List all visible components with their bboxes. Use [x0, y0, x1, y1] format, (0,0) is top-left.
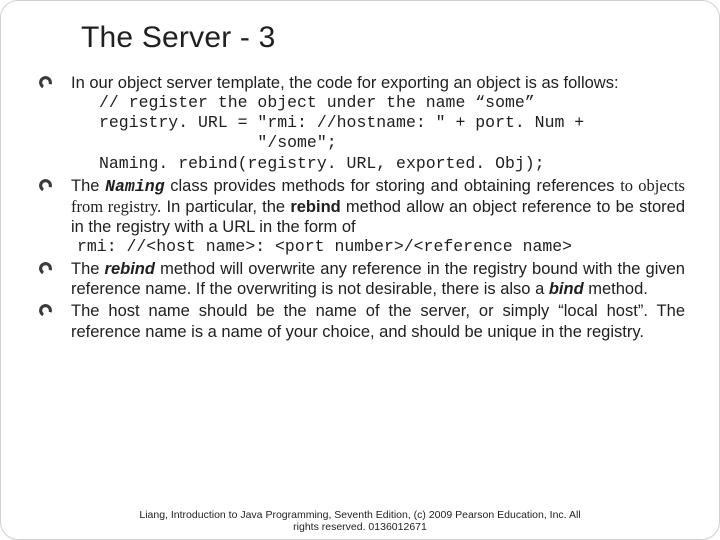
- bullet-1: In our object server template, the code …: [35, 73, 685, 174]
- bullet-1-code-line-4: Naming. rebind(registry. URL, exported. …: [99, 154, 685, 174]
- bullet-2-rebind: rebind: [290, 198, 340, 216]
- slide-title: The Server - 3: [81, 21, 685, 55]
- bullet-1-code-line-3: "/some";: [99, 133, 685, 153]
- bullet-3-rebind: rebind: [105, 260, 155, 278]
- bullet-2-naming-class: Naming: [105, 177, 164, 196]
- footer-line-1: Liang, Introduction to Java Programming,…: [1, 509, 719, 521]
- bullet-1-intro: In our object server template, the code …: [71, 74, 619, 92]
- bullet-1-code-line-2: registry. URL = "rmi: //hostname: " + po…: [99, 113, 685, 133]
- bullet-list: In our object server template, the code …: [35, 73, 685, 342]
- bullet-3-bind: bind: [549, 280, 584, 298]
- bullet-2-url-format: rmi: //<host name>: <port number>/<refer…: [77, 237, 685, 257]
- bullet-3-text-a: The: [71, 260, 105, 278]
- slide-footer: Liang, Introduction to Java Programming,…: [1, 509, 719, 533]
- bullet-3: The rebind method will overwrite any ref…: [35, 259, 685, 299]
- slide: The Server - 3 In our object server temp…: [1, 1, 719, 539]
- bullet-2-text-c: class provides methods for storing and o…: [165, 177, 621, 195]
- bullet-3-text-e: method.: [584, 280, 648, 298]
- bullet-2-text-e: In particular, the: [161, 198, 290, 216]
- bullet-2-text-a: The: [71, 177, 105, 195]
- bullet-2: The Naming class provides methods for st…: [35, 176, 685, 258]
- bullet-1-code-line-1: // register the object under the name “s…: [99, 93, 685, 113]
- footer-line-2: rights reserved. 0136012671: [1, 521, 719, 533]
- bullet-4: The host name should be the name of the …: [35, 301, 685, 341]
- bullet-4-text: The host name should be the name of the …: [71, 302, 685, 340]
